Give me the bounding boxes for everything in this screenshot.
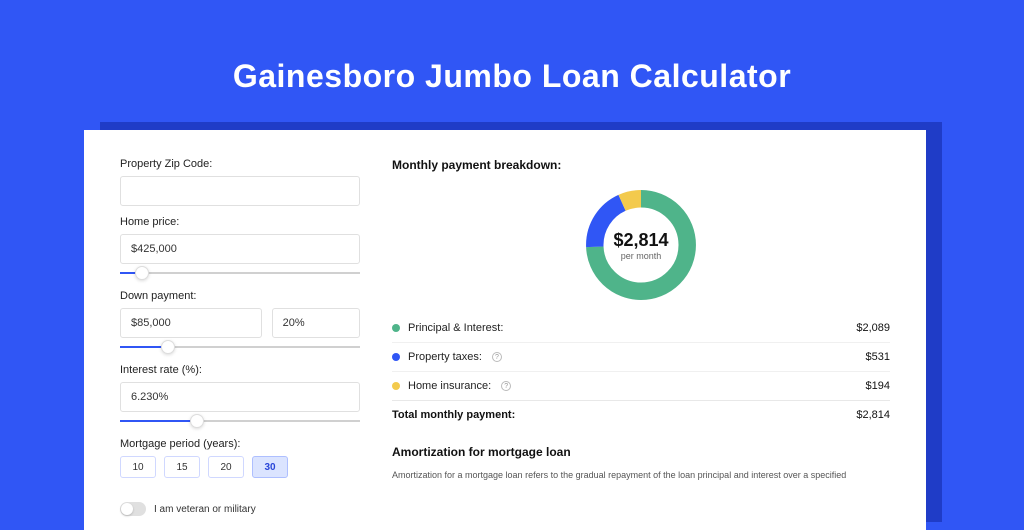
total-label: Total monthly payment: bbox=[392, 409, 515, 421]
legend-label: Home insurance: bbox=[408, 380, 491, 392]
page-title: Gainesboro Jumbo Loan Calculator bbox=[0, 0, 1024, 95]
period-btn-30[interactable]: 30 bbox=[252, 456, 288, 478]
rate-label: Interest rate (%): bbox=[120, 364, 360, 376]
down-pct-input[interactable] bbox=[272, 308, 360, 338]
info-icon[interactable]: ? bbox=[492, 352, 502, 362]
breakdown-title: Monthly payment breakdown: bbox=[392, 158, 890, 172]
donut-chart: $2,814 per month bbox=[580, 184, 702, 306]
veteran-toggle[interactable] bbox=[120, 502, 146, 516]
legend: Principal & Interest: $2,089 Property taxe… bbox=[392, 314, 890, 400]
down-field-block: Down payment: bbox=[120, 290, 360, 354]
slider-handle[interactable] bbox=[135, 266, 149, 280]
legend-label: Property taxes: bbox=[408, 351, 482, 363]
zip-field-block: Property Zip Code: bbox=[120, 158, 360, 206]
amortization-text: Amortization for a mortgage loan refers … bbox=[392, 469, 890, 482]
slider-handle[interactable] bbox=[190, 414, 204, 428]
price-input[interactable] bbox=[120, 234, 360, 264]
down-label: Down payment: bbox=[120, 290, 360, 302]
amortization-title: Amortization for mortgage loan bbox=[392, 445, 890, 459]
breakdown-column: Monthly payment breakdown: $2,814 per mo… bbox=[392, 158, 890, 502]
veteran-label: I am veteran or military bbox=[154, 504, 256, 515]
legend-dot bbox=[392, 353, 400, 361]
rate-input[interactable] bbox=[120, 382, 360, 412]
toggle-knob bbox=[121, 503, 133, 515]
period-field-block: Mortgage period (years): 10 15 20 30 bbox=[120, 438, 360, 478]
legend-label: Principal & Interest: bbox=[408, 322, 503, 334]
donut-chart-wrap: $2,814 per month bbox=[392, 184, 890, 306]
down-amount-input[interactable] bbox=[120, 308, 262, 338]
legend-value: $2,089 bbox=[856, 322, 890, 334]
price-label: Home price: bbox=[120, 216, 360, 228]
slider-handle[interactable] bbox=[161, 340, 175, 354]
rate-slider[interactable] bbox=[120, 414, 360, 428]
info-icon[interactable]: ? bbox=[501, 381, 511, 391]
legend-value: $531 bbox=[866, 351, 890, 363]
calculator-card: Property Zip Code: Home price: Down paym… bbox=[84, 130, 926, 530]
price-slider[interactable] bbox=[120, 266, 360, 280]
donut-sub: per month bbox=[621, 251, 662, 261]
legend-total-row: Total monthly payment: $2,814 bbox=[392, 400, 890, 429]
down-slider[interactable] bbox=[120, 340, 360, 354]
period-btn-20[interactable]: 20 bbox=[208, 456, 244, 478]
period-btn-10[interactable]: 10 bbox=[120, 456, 156, 478]
price-field-block: Home price: bbox=[120, 216, 360, 280]
zip-input[interactable] bbox=[120, 176, 360, 206]
zip-label: Property Zip Code: bbox=[120, 158, 360, 170]
legend-dot bbox=[392, 382, 400, 390]
total-value: $2,814 bbox=[856, 409, 890, 421]
veteran-toggle-row: I am veteran or military bbox=[120, 502, 360, 516]
legend-row: Property taxes:? $531 bbox=[392, 342, 890, 371]
legend-dot bbox=[392, 324, 400, 332]
legend-row: Home insurance:? $194 bbox=[392, 371, 890, 400]
period-btn-15[interactable]: 15 bbox=[164, 456, 200, 478]
rate-field-block: Interest rate (%): bbox=[120, 364, 360, 428]
donut-amount: $2,814 bbox=[613, 230, 668, 251]
legend-value: $194 bbox=[866, 380, 890, 392]
amortization-section: Amortization for mortgage loan Amortizat… bbox=[392, 445, 890, 482]
legend-row: Principal & Interest: $2,089 bbox=[392, 314, 890, 342]
form-column: Property Zip Code: Home price: Down paym… bbox=[120, 158, 360, 502]
period-label: Mortgage period (years): bbox=[120, 438, 360, 450]
